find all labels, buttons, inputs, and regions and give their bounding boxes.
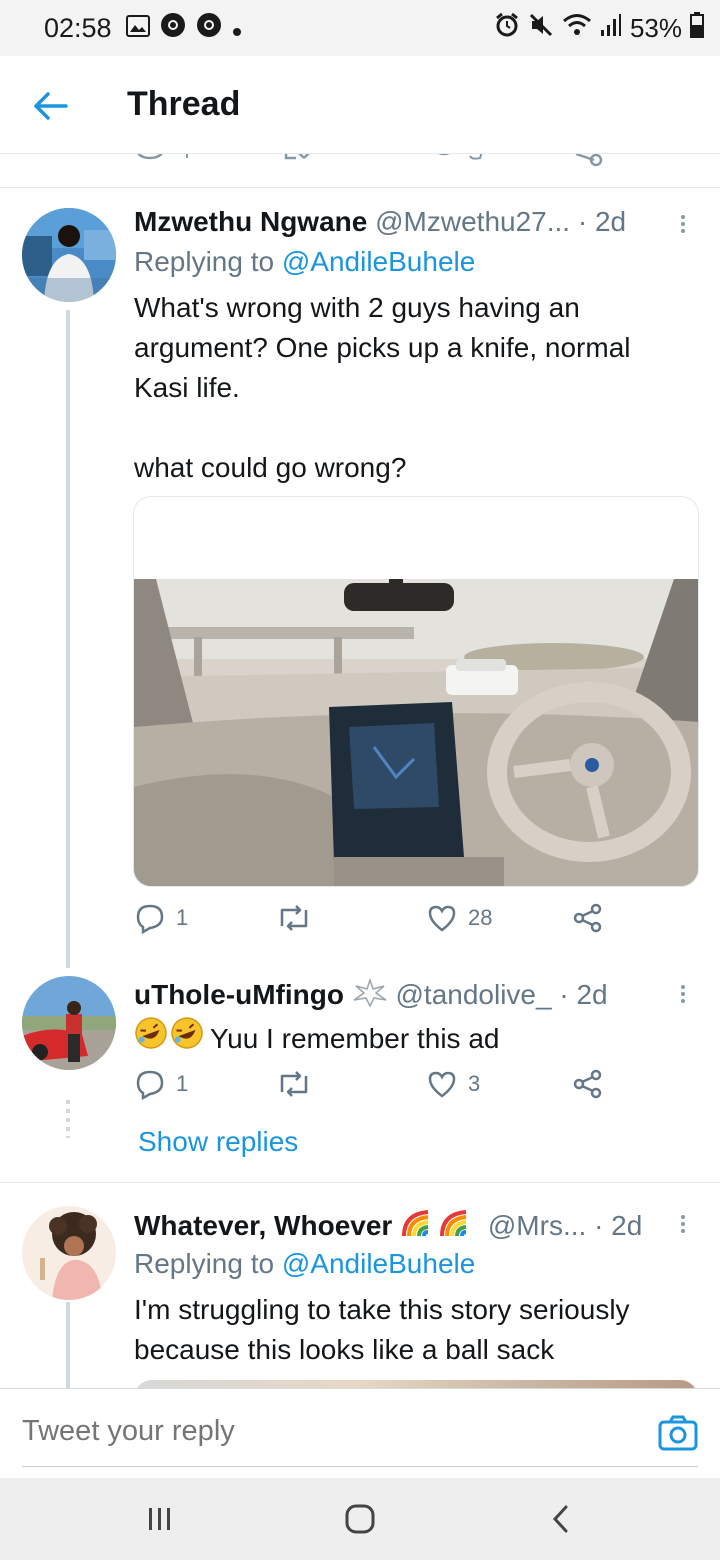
replying-prefix: Replying to — [134, 1248, 275, 1279]
more-notifications-dot-icon — [232, 13, 242, 44]
thread-line — [66, 310, 70, 968]
replying-to: Replying to @AndileBuhele — [134, 246, 475, 278]
share-icon — [573, 1069, 602, 1099]
user-handle[interactable]: @Mrs... — [488, 1210, 586, 1241]
reply-icon — [136, 1070, 164, 1100]
reply-bar — [0, 1388, 720, 1478]
status-bar: 02:58 53% — [0, 0, 720, 56]
replying-to-link[interactable]: @AndileBuhele — [282, 246, 475, 277]
divider — [0, 1182, 720, 1183]
reply-count: 1 — [176, 905, 189, 930]
replying-prefix: Replying to — [134, 246, 275, 277]
wifi-icon — [562, 12, 592, 45]
more-options-icon[interactable] — [678, 1212, 688, 1242]
reply-button[interactable]: 1 — [134, 902, 188, 934]
camera-icon[interactable] — [658, 1415, 698, 1451]
tweet-text: I'm struggling to take this story seriou… — [134, 1290, 694, 1370]
like-button[interactable]: 3 — [426, 1068, 480, 1100]
user-name[interactable]: uThole-uMfingo — [134, 979, 344, 1010]
share-button[interactable] — [572, 902, 604, 934]
battery-percent: 53% — [629, 12, 682, 43]
tweet-whatever[interactable]: Whatever, Whoever @Mrs... · 2d Replying … — [0, 1190, 720, 1388]
app-bar: Thread — [0, 56, 720, 154]
rainbow-emoji-icon — [400, 1208, 480, 1245]
chrome-notification-icon-2 — [196, 12, 222, 45]
tweet-uthole[interactable]: uThole-uMfingo @tandolive_ · 2d Yuu I re… — [0, 968, 720, 1178]
tweet-text-line: what could go wrong? — [134, 452, 407, 483]
tweet-text-line: I'm struggling to take this story seriou… — [134, 1294, 630, 1325]
back-arrow-icon[interactable] — [30, 86, 70, 126]
show-replies-link[interactable]: Show replies — [138, 1126, 298, 1158]
tweet-text: What's wrong with 2 guys having an argum… — [134, 288, 694, 488]
reply-underline — [22, 1466, 698, 1467]
tweet-header: Mzwethu Ngwane @Mzwethu27... · 2d — [134, 206, 626, 238]
system-nav-bar — [0, 1478, 720, 1560]
tweet-media-video[interactable] — [133, 496, 699, 887]
tweet-time: · 2d — [559, 979, 608, 1010]
replying-to: Replying to @AndileBuhele — [134, 1248, 475, 1280]
recent-apps-icon[interactable] — [146, 1506, 174, 1537]
like-count: 28 — [468, 905, 493, 930]
retweet-button[interactable] — [274, 1068, 324, 1100]
thread-line — [66, 1302, 70, 1388]
like-button[interactable]: 28 — [426, 902, 492, 934]
tweet-text: Yuu I remember this ad — [134, 1016, 694, 1061]
tweet-header: uThole-uMfingo @tandolive_ · 2d — [134, 977, 608, 1015]
reply-icon — [136, 904, 164, 934]
replying-to-link[interactable]: @AndileBuhele — [282, 1248, 475, 1279]
thread-collapsed-dots — [66, 1100, 70, 1138]
status-right: 53% — [494, 11, 704, 45]
user-handle[interactable]: @tandolive_ — [396, 979, 552, 1010]
tweet-media-preview[interactable] — [134, 1380, 698, 1388]
mute-icon — [528, 12, 554, 45]
tweet-actions: 1 3 — [134, 1068, 614, 1108]
tweet-text-line: Yuu I remember this ad — [210, 1022, 500, 1054]
heart-icon — [428, 1071, 456, 1098]
battery-icon — [690, 11, 704, 45]
tweet-reply-input[interactable] — [22, 1415, 622, 1448]
back-icon[interactable] — [550, 1504, 572, 1539]
tweet-header: Whatever, Whoever @Mrs... · 2d — [134, 1208, 642, 1245]
tweet-text-line: because this looks like a ball sack — [134, 1334, 555, 1365]
home-icon[interactable] — [345, 1504, 375, 1539]
share-button[interactable] — [572, 1068, 604, 1100]
previous-tweet-actions — [0, 154, 720, 188]
chrome-notification-icon — [160, 12, 186, 45]
tweet-text-line: argument? One picks up a knife, normal — [134, 332, 631, 363]
status-time: 02:58 — [44, 12, 112, 43]
more-options-icon[interactable] — [678, 212, 688, 242]
tweet-actions: 1 28 — [134, 902, 614, 942]
user-name[interactable]: Mzwethu Ngwane — [134, 206, 367, 237]
gallery-notification-icon — [125, 13, 150, 44]
sparkle-emoji-icon — [352, 977, 388, 1015]
avatar[interactable] — [22, 1206, 116, 1300]
user-name[interactable]: Whatever, Whoever — [134, 1210, 392, 1241]
alarm-icon — [494, 12, 520, 45]
tweet-time: · 2d — [594, 1210, 643, 1241]
page-title: Thread — [127, 85, 241, 123]
retweet-icon — [280, 905, 308, 931]
tweet-time: · 2d — [577, 206, 627, 237]
user-handle[interactable]: @Mzwethu27... — [375, 206, 570, 237]
heart-icon — [428, 905, 456, 932]
signal-icon — [600, 13, 622, 44]
tweet-text-line: Kasi life. — [134, 372, 240, 403]
like-count: 3 — [468, 1071, 481, 1096]
tweet-text-line: What's wrong with 2 guys having an — [134, 292, 580, 323]
laughing-emoji-icon — [134, 1016, 206, 1061]
more-options-icon[interactable] — [678, 982, 688, 1012]
reply-button[interactable]: 1 — [134, 1068, 188, 1100]
retweet-button[interactable] — [274, 902, 324, 934]
avatar[interactable] — [22, 976, 116, 1070]
reply-count: 1 — [176, 1071, 189, 1096]
share-icon — [573, 903, 602, 933]
retweet-icon — [280, 1071, 308, 1097]
avatar[interactable] — [22, 208, 116, 302]
